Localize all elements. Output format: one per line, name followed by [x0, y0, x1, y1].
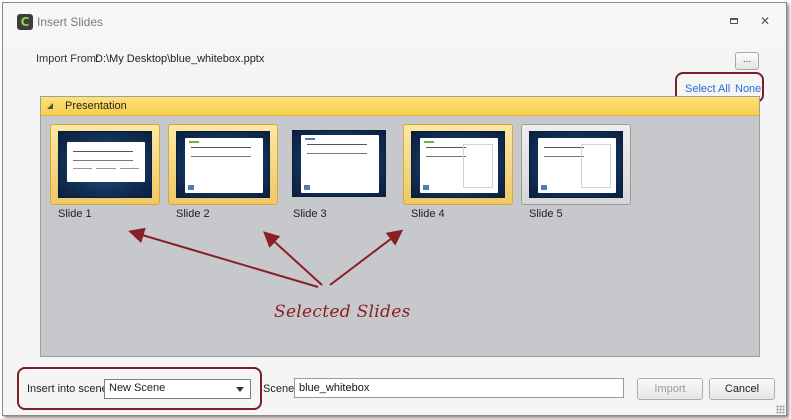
slide-label: Slide 2	[176, 208, 210, 220]
slide-label: Slide 5	[529, 208, 563, 220]
cancel-button[interactable]: Cancel	[709, 378, 775, 400]
insert-into-scene-label: Insert into scene:	[27, 383, 111, 395]
scene-name-input[interactable]	[294, 378, 624, 398]
slide-thumbnail-2[interactable]	[168, 124, 278, 205]
restore-icon[interactable]	[726, 13, 742, 29]
window-title: Insert Slides	[37, 15, 104, 29]
slide-preview	[58, 131, 152, 198]
presentation-group-header[interactable]: Presentation	[41, 97, 759, 116]
browse-button[interactable]: ...	[735, 52, 759, 70]
slide-preview	[529, 131, 623, 198]
slide-label: Slide 3	[293, 208, 327, 220]
title-bar[interactable]	[3, 3, 786, 43]
slide-thumbnail-5[interactable]	[521, 124, 631, 205]
slide-thumbnail-4[interactable]	[403, 124, 513, 205]
close-icon[interactable]: ✕	[757, 13, 773, 29]
import-path-value: D:\My Desktop\blue_whitebox.pptx	[95, 53, 265, 65]
collapse-triangle-icon[interactable]	[47, 103, 53, 109]
slide-label: Slide 1	[58, 208, 92, 220]
slide-preview	[411, 131, 505, 198]
resize-grip-icon[interactable]	[776, 405, 785, 414]
scene-name-label: Scene:	[263, 383, 298, 395]
insert-scene-dropdown[interactable]: New Scene	[104, 379, 251, 399]
import-button[interactable]: Import	[637, 378, 703, 400]
slide-preview	[292, 130, 386, 197]
insert-scene-value: New Scene	[109, 382, 166, 394]
slide-thumbnail-1[interactable]	[50, 124, 160, 205]
selected-slides-annotation: Selected Slides	[274, 302, 411, 322]
slide-label: Slide 4	[411, 208, 445, 220]
import-from-label: Import From:	[36, 53, 99, 65]
captivate-app-icon: C	[17, 14, 33, 30]
presentation-group-title: Presentation	[65, 100, 127, 112]
slide-preview	[176, 131, 270, 198]
select-none-link[interactable]: None	[735, 83, 761, 95]
chevron-down-icon[interactable]	[236, 387, 244, 392]
select-all-link[interactable]: Select All	[685, 83, 730, 95]
slide-thumbnail-3[interactable]	[285, 124, 395, 205]
